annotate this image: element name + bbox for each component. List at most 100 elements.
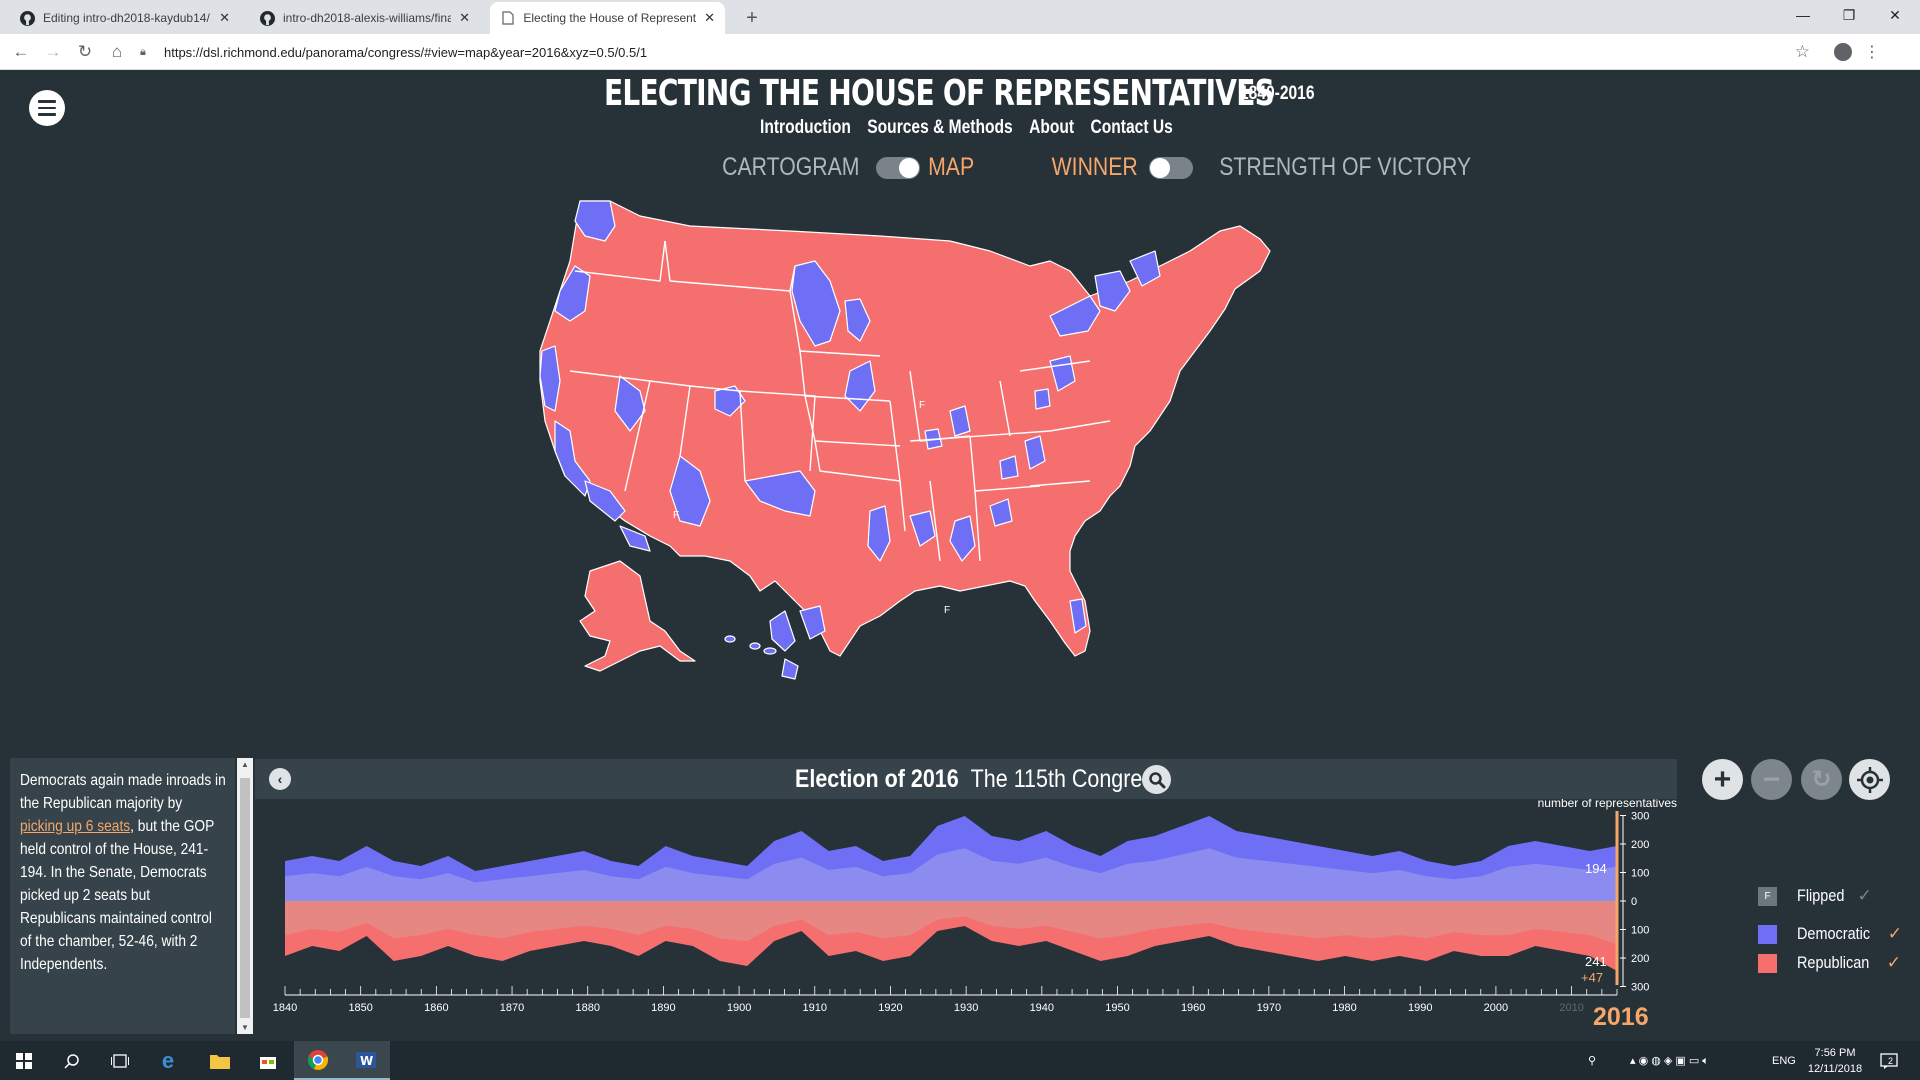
republican-swatch — [1758, 953, 1777, 973]
mode-toggle-switch[interactable] — [1149, 156, 1194, 179]
home-icon[interactable]: ⌂ — [104, 39, 130, 65]
current-year-label: 2016 — [1593, 1003, 1649, 1031]
url-text: https://dsl.richmond.edu/panorama/congre… — [164, 44, 648, 60]
forward-icon[interactable]: → — [40, 39, 66, 65]
main-nav: Introduction Sources & Methods About Con… — [760, 117, 1173, 139]
zoom-out-button[interactable]: − — [1751, 759, 1792, 800]
search-icon[interactable] — [48, 1041, 96, 1080]
reload-icon[interactable]: ↻ — [72, 39, 98, 65]
strength-of-victory-label[interactable]: STRENGTH OF VICTORY — [1219, 153, 1471, 182]
x-tick-label: 1950 — [1105, 1002, 1129, 1014]
browser-tab-3[interactable]: Electing the House of Represent ✕ — [490, 2, 725, 34]
page-title: ELECTING THE HOUSE OF REPRESENTATIVES — [604, 73, 1275, 114]
narrative-text: Democrats again made inroads in the Repu… — [20, 772, 226, 973]
y-tick-label: 200 — [1631, 953, 1649, 965]
reset-view-button[interactable]: ↻ — [1801, 759, 1842, 800]
account-icon[interactable] — [1834, 43, 1852, 61]
x-tick-label: 1970 — [1257, 1002, 1281, 1014]
winner-label[interactable]: WINNER — [1051, 153, 1137, 182]
x-axis: 1840 1850 1860 1870 1880 1890 1900 1910 1920 1930… — [273, 986, 1618, 1014]
x-tick-label: 1920 — [878, 1002, 902, 1014]
close-icon[interactable]: ✕ — [459, 10, 470, 26]
narrative-panel: Democrats again made inroads in the Repu… — [10, 758, 235, 1034]
menu-kebab-icon[interactable]: ⋮ — [1864, 42, 1880, 62]
collapse-chevron-icon[interactable]: ‹ — [269, 768, 291, 790]
y-tick-label: 100 — [1631, 925, 1649, 937]
browser-tab-1[interactable]: Editing intro-dh2018-kaydub14/ ✕ — [10, 2, 240, 34]
year-range: 1840-2016 — [1240, 83, 1315, 104]
nav-introduction[interactable]: Introduction — [760, 117, 851, 139]
tab-strip: Editing intro-dh2018-kaydub14/ ✕ intro-d… — [0, 0, 1920, 34]
locate-crosshair-button[interactable] — [1849, 759, 1890, 800]
y-tick-label: 300 — [1631, 982, 1649, 994]
github-icon — [20, 10, 35, 26]
rep-delta-label: +47 — [1581, 970, 1603, 985]
edge-icon[interactable]: e — [144, 1041, 192, 1080]
view-toggle-switch[interactable] — [875, 156, 920, 179]
system-clock[interactable]: 7:56 PM 12/11/2018 — [1800, 1045, 1870, 1077]
x-tick-label: 1850 — [348, 1002, 372, 1014]
dem-count-label: 194 — [1585, 861, 1607, 876]
map-label[interactable]: MAP — [928, 153, 974, 182]
crosshair-icon — [1856, 766, 1883, 793]
close-icon[interactable]: ✕ — [219, 10, 230, 26]
x-tick-label: 1990 — [1408, 1002, 1432, 1014]
windows-taskbar: e W ⚲ ▴ ◉ ◍ ◈ ▣ ▭ 🔈︎ ENG 7:56 PM 12/11/2… — [0, 1041, 1920, 1080]
close-window-button[interactable]: ✕ — [1872, 0, 1918, 30]
task-view-icon[interactable] — [96, 1041, 144, 1080]
page-icon — [500, 10, 515, 26]
narrative-scrollbar[interactable]: ▲ ▼ — [237, 758, 253, 1034]
language-indicator[interactable]: ENG — [1772, 1041, 1796, 1080]
back-icon[interactable]: ← — [8, 39, 34, 65]
contiguous-us-shape[interactable] — [539, 200, 1271, 657]
hamburger-menu-icon[interactable] — [29, 90, 65, 126]
store-icon[interactable] — [244, 1041, 292, 1080]
chrome-icon[interactable] — [294, 1041, 342, 1080]
windows-start-icon[interactable] — [0, 1041, 48, 1080]
new-tab-button[interactable]: + — [738, 4, 766, 32]
tab-title: Editing intro-dh2018-kaydub14/ — [43, 11, 210, 25]
legend-republican[interactable]: Republican ✓ — [1758, 953, 1901, 973]
x-tick-label: 1860 — [424, 1002, 448, 1014]
narrative-link[interactable]: picking up 6 seats — [20, 818, 130, 835]
view-toggles: CARTOGRAM MAP WINNER STRENGTH OF VICTORY — [710, 153, 1494, 182]
close-icon[interactable]: ✕ — [704, 10, 715, 26]
people-icon[interactable]: ⚲ — [1588, 1041, 1596, 1080]
restore-button[interactable]: ❐ — [1826, 0, 1872, 30]
rep-count-label: 241 — [1585, 954, 1607, 969]
search-icon[interactable] — [1142, 765, 1171, 794]
us-district-map[interactable]: F F F — [530, 181, 1410, 701]
address-bar[interactable]: 🔒︎ https://dsl.richmond.edu/panorama/con… — [140, 38, 1910, 66]
browser-tab-2[interactable]: intro-dh2018-alexis-williams/fina ✕ — [250, 2, 480, 34]
cartogram-label[interactable]: CARTOGRAM — [722, 153, 859, 182]
house-composition-chart[interactable]: number of representatives 300 200 100 0 100 2… — [255, 799, 1695, 1039]
nav-sources-methods[interactable]: Sources & Methods — [867, 117, 1012, 139]
notification-icon[interactable]: 2 — [1880, 1041, 1898, 1080]
x-tick-label: 1900 — [727, 1002, 751, 1014]
browser-toolbar: ← → ↻ ⌂ 🔒︎ https://dsl.richmond.edu/pano… — [0, 34, 1920, 70]
flip-marker: F — [944, 605, 950, 616]
tray-icons[interactable]: ▴ ◉ ◍ ◈ ▣ ▭ 🔈︎ — [1630, 1041, 1709, 1080]
minimize-button[interactable]: — — [1780, 0, 1826, 30]
nav-about[interactable]: About — [1029, 117, 1074, 139]
flip-marker: F — [673, 510, 679, 521]
x-tick-label: 1960 — [1181, 1002, 1205, 1014]
bookmark-star-icon[interactable]: ☆ — [1795, 42, 1810, 62]
x-tick-label: 1880 — [575, 1002, 599, 1014]
legend-flipped[interactable]: F Flipped ✓ — [1758, 886, 1872, 906]
y-axis: 300 200 100 0 100 200 300 — [1620, 811, 1649, 994]
app-viewport: ELECTING THE HOUSE OF REPRESENTATIVES 18… — [0, 71, 1920, 1041]
zoom-in-button[interactable]: + — [1702, 759, 1743, 800]
x-tick-label: 1840 — [273, 1002, 297, 1014]
election-title: Election of 2016 The 115th Congress — [795, 765, 1164, 793]
x-tick-label: 1870 — [500, 1002, 524, 1014]
file-explorer-icon[interactable] — [196, 1041, 244, 1080]
y-tick-label: 300 — [1631, 811, 1649, 823]
alaska-shape[interactable] — [579, 560, 696, 672]
y-tick-label: 100 — [1631, 868, 1649, 880]
word-icon[interactable]: W — [342, 1041, 390, 1080]
github-icon — [260, 10, 275, 26]
x-tick-label: 1940 — [1030, 1002, 1054, 1014]
nav-contact-us[interactable]: Contact Us — [1091, 117, 1173, 139]
legend-democratic[interactable]: Democratic ✓ — [1758, 924, 1902, 944]
